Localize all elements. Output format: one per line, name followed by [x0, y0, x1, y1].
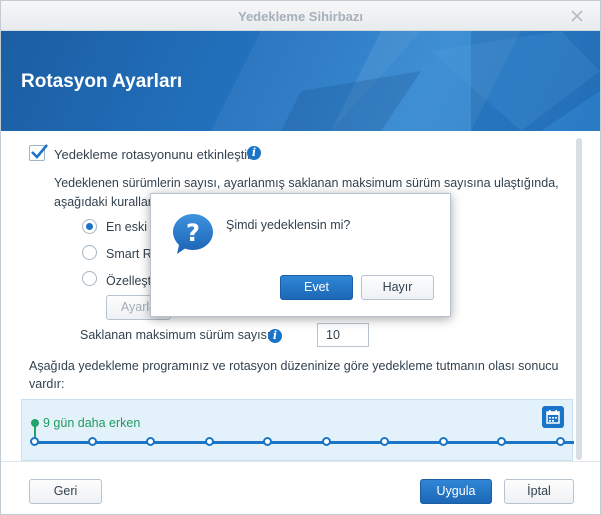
rotation-timeline: 9 gün daha erken	[21, 399, 574, 461]
timeline-point	[205, 437, 214, 446]
timeline-point	[556, 437, 565, 446]
timeline-point	[439, 437, 448, 446]
enable-rotation-label[interactable]: Yedekleme rotasyonunu etkinleştir	[54, 147, 252, 162]
timeline-point	[497, 437, 506, 446]
radio-oldest[interactable]	[82, 219, 97, 234]
timeline-flag-label: 9 gün daha erken	[43, 416, 141, 430]
backup-wizard-window: Yedekleme Sihirbazı Rotasyon Ayarları Ye…	[0, 0, 601, 515]
cancel-button[interactable]: İptal	[504, 479, 574, 504]
result-description: Aşağıda yedekleme programınız ve rotasyo…	[29, 359, 559, 391]
max-versions-info-icon[interactable]: i	[268, 329, 282, 343]
radio-custom[interactable]	[82, 271, 97, 286]
timeline-point	[30, 437, 39, 446]
timeline-point	[380, 437, 389, 446]
calendar-icon[interactable]	[542, 406, 564, 428]
back-button[interactable]: Geri	[29, 479, 102, 504]
page-heading: Rotasyon Ayarları	[21, 71, 183, 92]
radio-custom-label[interactable]: Özelleşt	[106, 274, 151, 288]
content-scrollbar[interactable]	[576, 138, 582, 460]
header-banner: Rotasyon Ayarları	[1, 31, 600, 131]
window-title: Yedekleme Sihirbazı	[237, 9, 363, 24]
apply-button[interactable]: Uygula	[420, 479, 492, 504]
max-versions-label: Saklanan maksimum sürüm sayısı	[80, 328, 271, 342]
timeline-axis	[34, 441, 574, 444]
confirm-dialog: ? Şimdi yedeklensin mi? Evet Hayır	[150, 193, 451, 317]
timeline-point	[146, 437, 155, 446]
checkmark-icon	[31, 144, 48, 159]
svg-text:?: ?	[186, 219, 200, 247]
no-button[interactable]: Hayır	[361, 275, 434, 300]
title-bar: Yedekleme Sihirbazı	[1, 1, 600, 31]
yes-button[interactable]: Evet	[280, 275, 353, 300]
timeline-point	[263, 437, 272, 446]
timeline-point	[88, 437, 97, 446]
timeline-point	[322, 437, 331, 446]
max-versions-input[interactable]: 10	[317, 323, 369, 347]
footer: Geri Uygula İptal	[1, 461, 600, 514]
radio-smart-recycle[interactable]	[82, 245, 97, 260]
timeline-flag-marker	[31, 419, 39, 427]
info-icon[interactable]: i	[247, 146, 261, 160]
close-icon[interactable]	[568, 7, 586, 25]
question-icon: ?	[173, 214, 213, 254]
dialog-message: Şimdi yedeklensin mi?	[226, 218, 351, 232]
enable-rotation-checkbox[interactable]	[29, 144, 48, 161]
